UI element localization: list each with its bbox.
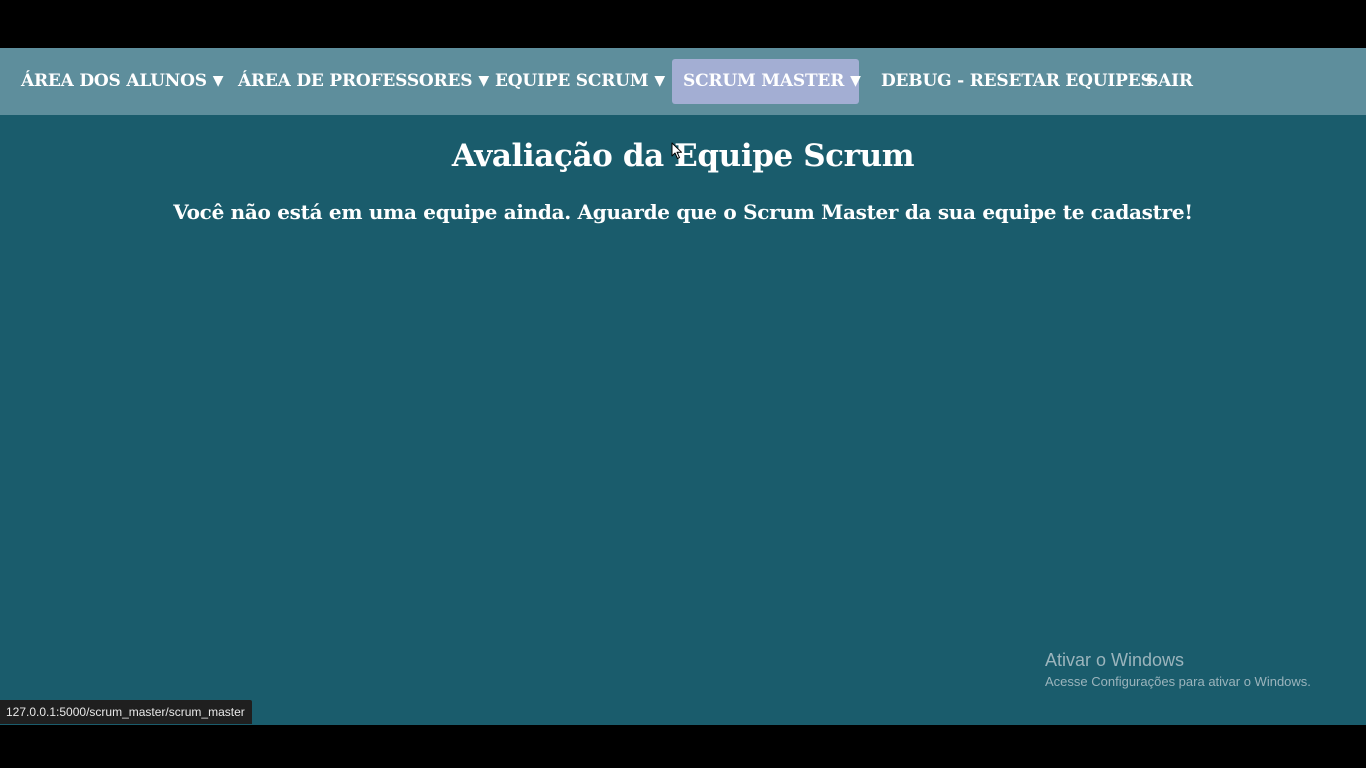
nav-item-sair[interactable]: SAIR xyxy=(1135,59,1204,104)
browser-viewport: ÁREA DOS ALUNOS ▼ ÁREA DE PROFESSORES ▼ EQ… xyxy=(0,48,1366,725)
watermark-subtitle: Acesse Configurações para ativar o Windo… xyxy=(1045,674,1311,689)
link-status-bar: 127.0.0.1:5000/scrum_master/scrum_master xyxy=(0,700,252,724)
nav-item-label: ÁREA DOS ALUNOS xyxy=(21,71,207,91)
nav-item-area-dos-alunos[interactable]: ÁREA DOS ALUNOS ▼ xyxy=(10,59,234,104)
nav-item-label: SAIR xyxy=(1146,71,1193,91)
caret-down-icon: ▼ xyxy=(654,73,665,89)
nav-item-equipe-scrum[interactable]: EQUIPE SCRUM ▼ xyxy=(484,59,676,104)
no-team-message: Você não está em uma equipe ainda. Aguar… xyxy=(173,200,1193,224)
nav-item-area-de-professores[interactable]: ÁREA DE PROFESSORES ▼ xyxy=(227,59,500,104)
nav-item-label: DEBUG - RESETAR EQUIPES xyxy=(881,71,1153,91)
top-navbar: ÁREA DOS ALUNOS ▼ ÁREA DE PROFESSORES ▼ EQ… xyxy=(0,48,1366,115)
page-title: Avaliação da Equipe Scrum xyxy=(451,138,915,174)
watermark-title: Ativar o Windows xyxy=(1045,650,1185,670)
nav-item-debug-resetar-equipes[interactable]: DEBUG - RESETAR EQUIPES xyxy=(870,59,1164,104)
caret-down-icon: ▼ xyxy=(850,73,861,89)
nav-item-label: EQUIPE SCRUM xyxy=(495,71,649,91)
nav-item-scrum-master[interactable]: SCRUM MASTER ▼ xyxy=(672,59,861,104)
mouse-pointer-icon xyxy=(671,142,682,159)
nav-item-label: ÁREA DE PROFESSORES xyxy=(238,71,473,91)
windows-activation-watermark: Ativar o Windows Acesse Configurações pa… xyxy=(1045,648,1311,691)
nav-item-label: SCRUM MASTER xyxy=(683,71,845,91)
caret-down-icon: ▼ xyxy=(212,73,224,89)
